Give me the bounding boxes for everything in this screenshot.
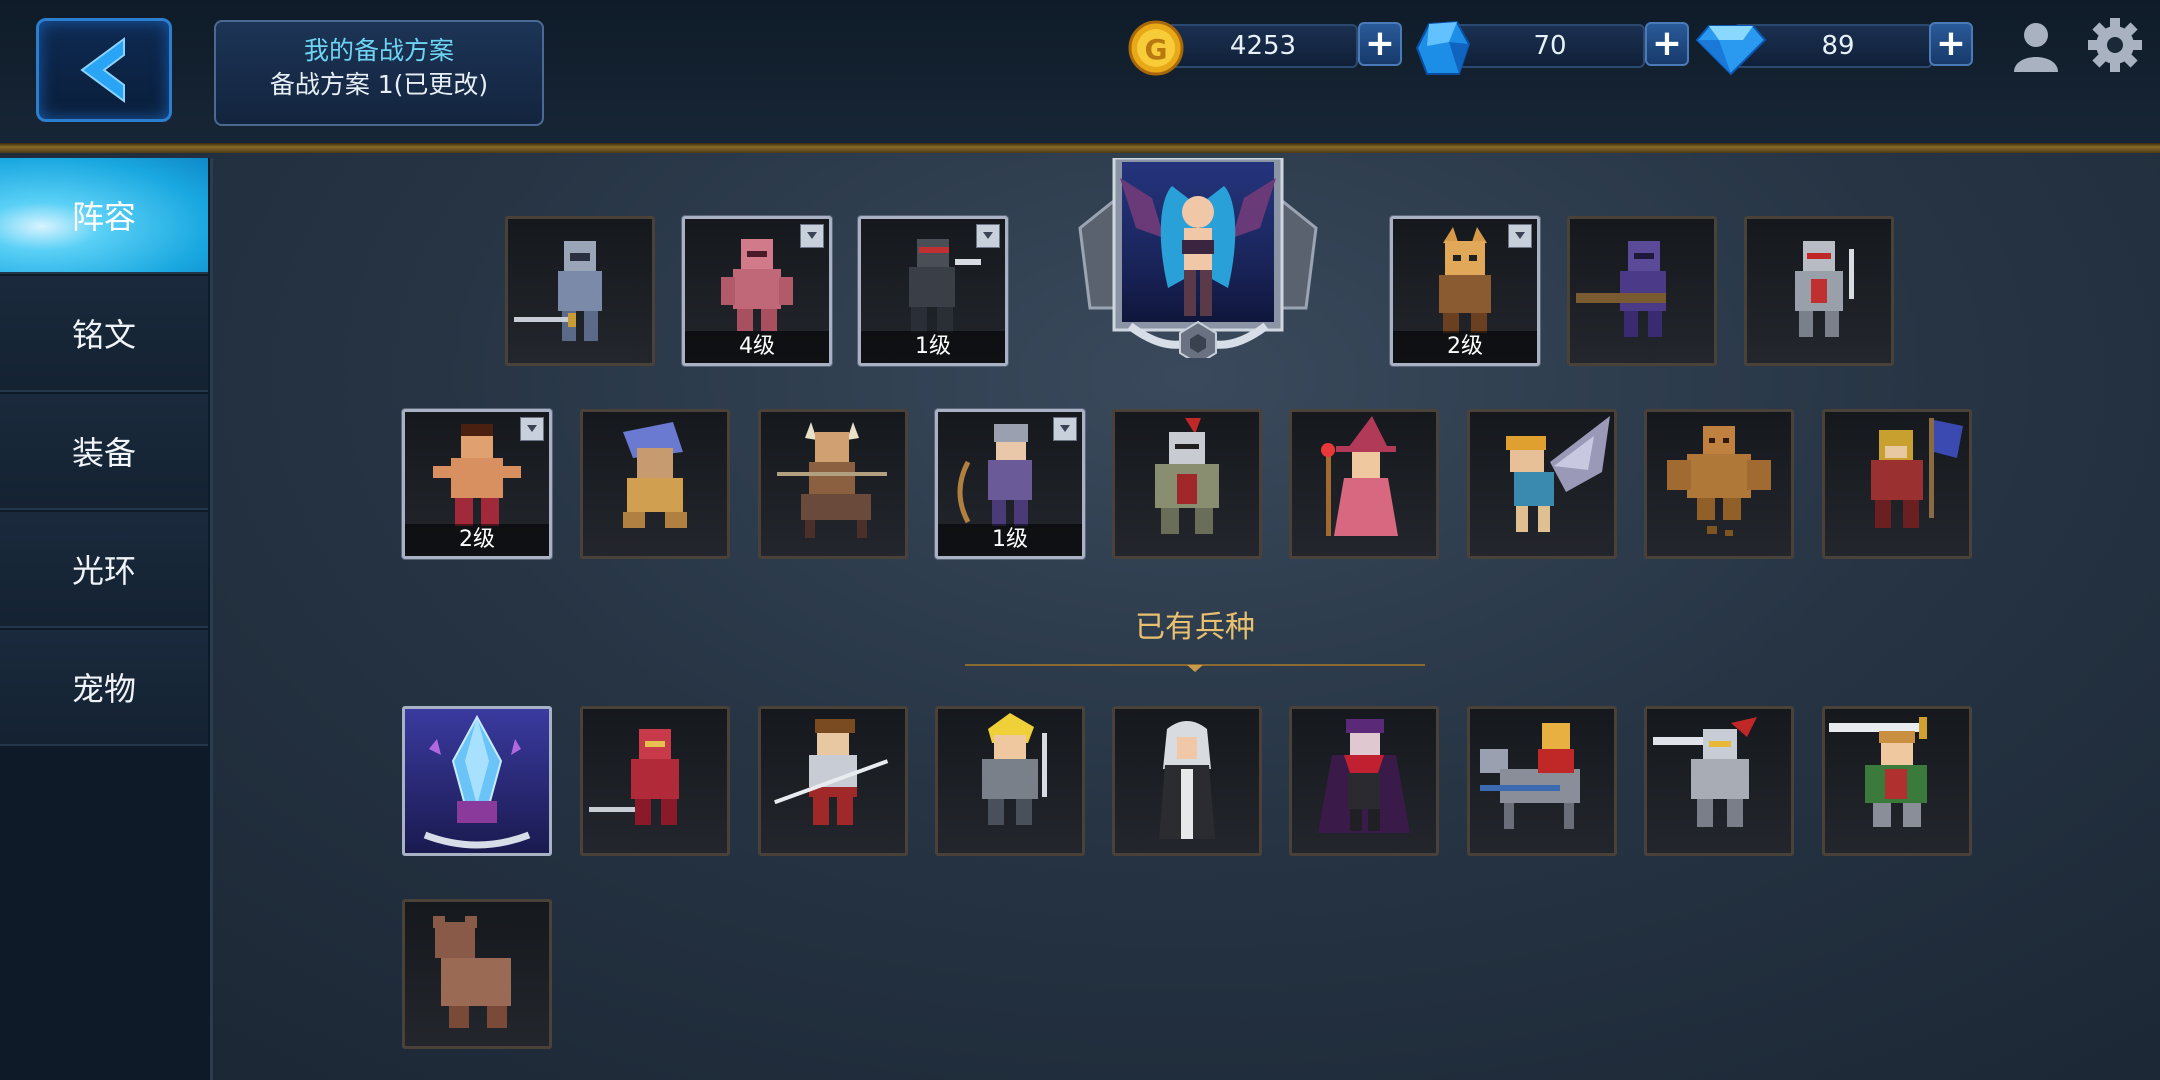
tab-pet-label: 宠物 — [71, 670, 136, 708]
owned-unit-crystal-totem[interactable] — [402, 706, 552, 856]
top-bar-divider — [0, 143, 2160, 153]
blonde-swordsman-icon — [982, 713, 1047, 825]
gold-value: 4253 — [1229, 31, 1297, 61]
divider-ornament-icon — [965, 664, 1425, 672]
crossbow-knight-icon — [1576, 241, 1666, 337]
lineup-unit-armored-knight[interactable] — [505, 216, 655, 366]
diamond-icon — [1695, 25, 1767, 76]
lineup-unit-harpy[interactable] — [1467, 409, 1617, 559]
werebear-icon — [433, 916, 511, 1028]
gold-coin-icon: G — [1128, 20, 1184, 76]
unit-level-label: 1级 — [938, 524, 1082, 556]
battle-plan-selector[interactable]: 我的备战方案 备战方案 1(已更改) — [214, 20, 544, 126]
unit-level-label: 2级 — [1393, 331, 1537, 363]
crystal-value: 70 — [1533, 31, 1567, 61]
flag-icon — [976, 224, 1000, 248]
harpy-icon — [1506, 416, 1610, 532]
plan-subtitle: 备战方案 1(已更改) — [269, 70, 489, 99]
owned-unit-cavalry[interactable] — [1467, 706, 1617, 856]
owned-unit-werebear[interactable] — [402, 899, 552, 1049]
owned-unit-red-knight[interactable] — [580, 706, 730, 856]
diamond-value: 89 — [1821, 31, 1855, 61]
tab-aura[interactable]: 光环 — [0, 512, 208, 628]
lineup-unit-witch[interactable] — [1289, 409, 1439, 559]
lineup-unit-golem[interactable] — [1644, 409, 1794, 559]
greatsword-hero-icon — [1829, 717, 1927, 827]
svg-text:G: G — [1145, 33, 1168, 66]
vampire-icon — [1318, 719, 1410, 833]
chevron-left-icon — [80, 37, 125, 103]
lineup-unit-goblin[interactable] — [580, 409, 730, 559]
flag-icon — [800, 224, 824, 248]
hero-frame-icon — [1078, 156, 1318, 366]
unit-level-label: 1级 — [861, 331, 1005, 363]
lineup-unit-banner-warrior[interactable] — [1822, 409, 1972, 559]
tab-lineup[interactable]: 阵容 — [0, 158, 208, 274]
lineup-unit-heavy-knight[interactable] — [1112, 409, 1262, 559]
tab-lineup-label: 阵容 — [71, 198, 136, 236]
add-crystal-button[interactable]: + — [1645, 22, 1689, 66]
add-diamond-button[interactable]: + — [1929, 22, 1973, 66]
flag-icon — [1053, 417, 1077, 441]
lineup-unit-ninja[interactable]: 1级 — [858, 216, 1008, 366]
unit-level-label: 2级 — [405, 524, 549, 556]
owned-unit-blonde-swordsman[interactable] — [935, 706, 1085, 856]
owned-unit-paladin[interactable] — [1644, 706, 1794, 856]
tab-equipment[interactable]: 装备 — [0, 394, 208, 510]
sidebar: 阵容 铭文 装备 光环 宠物 — [0, 158, 210, 1080]
plan-title: 我的备战方案 — [303, 36, 454, 65]
owned-unit-nun[interactable] — [1112, 706, 1262, 856]
diamond-counter: 89 + — [1695, 20, 1975, 76]
lineup-unit-skeleton-knight[interactable] — [1744, 216, 1894, 366]
unit-level-label: 4级 — [685, 331, 829, 363]
red-knight-icon — [589, 729, 679, 825]
lineup-unit-brawler[interactable]: 2级 — [402, 409, 552, 559]
owned-unit-greatsword-hero[interactable] — [1822, 706, 1972, 856]
tab-inscription[interactable]: 铭文 — [0, 276, 208, 392]
owned-units-title: 已有兵种 — [1135, 610, 1255, 645]
crystal-totem-icon — [405, 709, 549, 853]
tab-pet[interactable]: 宠物 — [0, 630, 208, 746]
content-divider — [210, 158, 213, 1080]
tab-aura-label: 光环 — [71, 552, 136, 590]
samurai-icon — [774, 719, 889, 825]
skeleton-knight-icon — [1795, 241, 1854, 337]
lineup-unit-crossbow-knight[interactable] — [1567, 216, 1717, 366]
witch-icon — [1321, 416, 1398, 536]
gear-icon[interactable] — [2086, 16, 2144, 74]
flag-icon — [520, 417, 544, 441]
lineup-unit-archer[interactable]: 1级 — [935, 409, 1085, 559]
add-gold-button[interactable]: + — [1358, 22, 1402, 66]
profile-icon[interactable] — [2008, 18, 2064, 74]
banner-warrior-icon — [1871, 418, 1963, 528]
hero-leader-slot[interactable] — [1060, 156, 1336, 366]
golem-icon — [1667, 426, 1771, 536]
gold-counter: 4253 G + — [1128, 20, 1403, 76]
tab-equipment-label: 装备 — [71, 434, 136, 472]
tab-inscription-label: 铭文 — [71, 316, 136, 354]
blue-crystal-icon — [1415, 20, 1471, 75]
crystal-counter: 70 + — [1415, 20, 1690, 75]
heavy-knight-icon — [1155, 418, 1219, 534]
paladin-icon — [1653, 717, 1757, 827]
lineup-unit-centaur[interactable] — [758, 409, 908, 559]
flag-icon — [1508, 224, 1532, 248]
armored-knight-icon — [514, 241, 602, 341]
back-button[interactable] — [36, 18, 172, 122]
lineup-unit-mummy[interactable]: 4级 — [682, 216, 832, 366]
cavalry-icon — [1480, 723, 1580, 829]
owned-unit-vampire[interactable] — [1289, 706, 1439, 856]
nun-icon — [1159, 721, 1215, 839]
centaur-icon — [777, 422, 887, 538]
owned-unit-samurai[interactable] — [758, 706, 908, 856]
goblin-icon — [623, 422, 687, 528]
lineup-unit-beast-warrior[interactable]: 2级 — [1390, 216, 1540, 366]
